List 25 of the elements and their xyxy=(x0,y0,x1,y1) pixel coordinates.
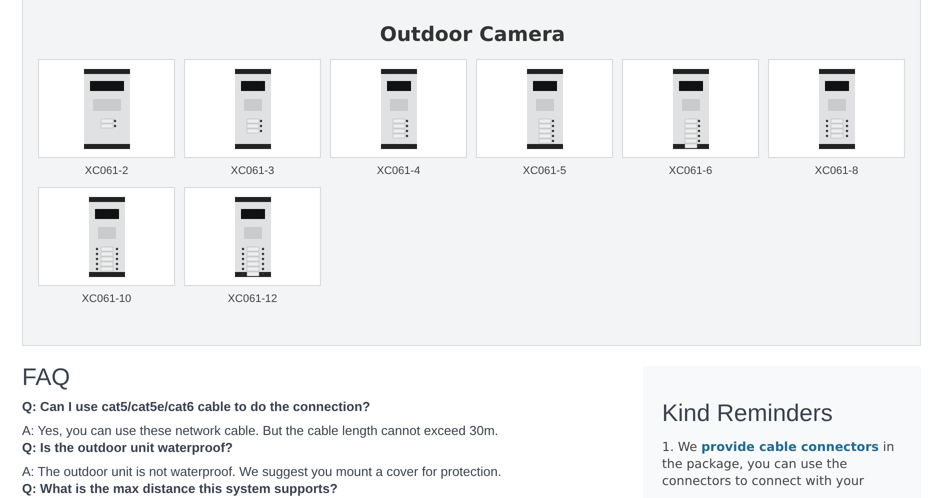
product-card[interactable] xyxy=(476,59,613,158)
faq-answer: A: The outdoor unit is not waterproof. We suggest you mount a cover for protection. xyxy=(22,464,502,479)
faq-heading: FAQ xyxy=(22,366,72,390)
product-caption: XC061-6 xyxy=(668,165,712,177)
product-caption: XC061-2 xyxy=(84,165,128,177)
product-caption: XC061-4 xyxy=(376,165,420,177)
product-caption: XC061-3 xyxy=(230,165,274,177)
product-card[interactable] xyxy=(184,187,321,286)
reminders-heading: Kind Reminders xyxy=(662,402,834,426)
product-caption: XC061-12 xyxy=(228,293,278,305)
product-caption: XC061-5 xyxy=(522,165,566,177)
section-title: Outdoor Camera xyxy=(378,22,566,46)
product-card[interactable] xyxy=(38,59,175,158)
product-card[interactable] xyxy=(768,59,905,158)
product-card[interactable] xyxy=(330,59,467,158)
faq-question: Q: Is the outdoor unit waterproof? xyxy=(22,440,234,455)
faq-question: Q: What is the max distance this system supports? xyxy=(22,481,339,496)
product-card[interactable] xyxy=(622,59,759,158)
reminder-text: 1. We provide cable connectors in the package, you can use the connectors to connect with your xyxy=(662,438,896,489)
product-caption: XC061-10 xyxy=(82,293,132,305)
faq-question: Q: Can I use cat5/cat5e/cat6 cable to do the connection? xyxy=(22,399,372,414)
product-card[interactable] xyxy=(184,59,321,158)
product-card[interactable] xyxy=(38,187,175,286)
product-caption: XC061-8 xyxy=(814,165,858,177)
faq-answer: A: Yes, you can use these network cable. But the cable length cannot exceed 30m. xyxy=(22,423,500,438)
